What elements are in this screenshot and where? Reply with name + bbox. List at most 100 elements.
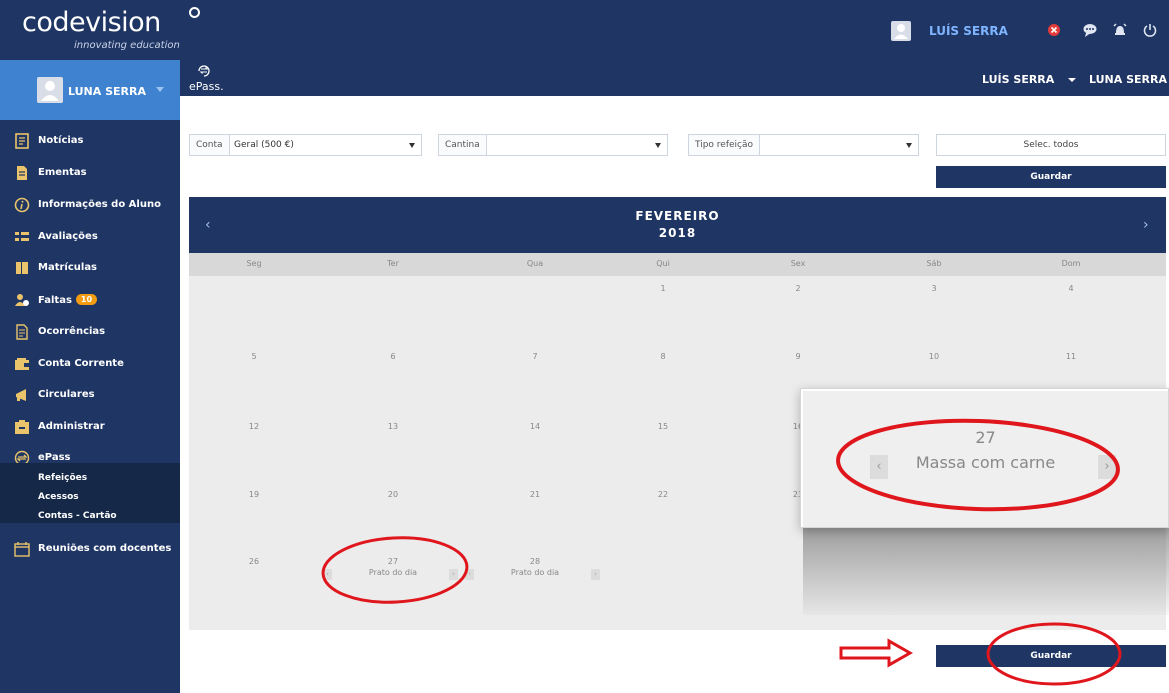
sidebar-item-label: Matrículas (38, 262, 98, 273)
sidebar-item-text: Faltas (38, 295, 72, 306)
enrollment-icon (16, 262, 28, 274)
calendar-day[interactable]: 1 (643, 284, 683, 293)
sidebar-item-faltas[interactable]: Faltas 10 (0, 286, 180, 316)
sidebar-item-label: ePass (38, 452, 71, 463)
calendar-day[interactable]: 6 (373, 352, 413, 361)
sidebar-item-label: Circulares (38, 389, 95, 400)
chevron-down-icon[interactable] (1068, 78, 1076, 82)
close-badge-icon[interactable] (1046, 22, 1062, 38)
calendar-icon (14, 542, 30, 557)
sidebar-item-circulares[interactable]: Circulares (0, 381, 180, 411)
sidebar-item-label: Notícias (38, 135, 84, 146)
calendar-day[interactable]: 8 (643, 352, 683, 361)
calendar-day[interactable]: 15 (643, 422, 683, 431)
student-avatar-icon (37, 77, 63, 103)
sidebar-item-ocorrencias[interactable]: Ocorrências (0, 318, 180, 348)
brand-logo[interactable]: codevision innovating education (22, 7, 200, 51)
sidebar-item-label: Conta Corrente (38, 358, 124, 369)
sidebar-item-label: Ementas (38, 167, 87, 178)
user-menu[interactable]: LUÍS SERRA (982, 73, 1054, 86)
sidebar-item-ementas[interactable]: Ementas (0, 159, 180, 189)
calendar-day[interactable]: 26 (234, 557, 274, 566)
wallet-icon (15, 358, 29, 370)
save-button-bottom[interactable]: Guardar (936, 645, 1166, 667)
meal-label: Prato do dia (510, 568, 560, 577)
calendar-day[interactable]: 2 (778, 284, 818, 293)
absences-count-badge: 10 (75, 294, 98, 305)
zoom-shadow (803, 525, 1169, 615)
user-avatar-icon[interactable] (891, 21, 911, 41)
weekday-row: Seg Ter Qua Qui Sex Sáb Dom (189, 253, 1166, 276)
chevron-right-icon[interactable]: › (591, 569, 600, 580)
menu-icon (17, 166, 27, 180)
app-header: ePass. LUÍS SERRA LUNA SERRA (180, 60, 1169, 96)
calendar-day[interactable]: 9 (778, 352, 818, 361)
subitem-acessos[interactable]: Acessos (38, 492, 79, 502)
calendar-day[interactable]: 14 (515, 422, 555, 431)
brand-tagline: innovating education (74, 40, 180, 51)
epass-subnav: Refeições Acessos Contas - Cartão (0, 463, 180, 523)
calendar-day[interactable]: 12 (234, 422, 274, 431)
calendar-day[interactable]: 21 (515, 490, 555, 499)
sidebar-item-informacoes[interactable]: Informações do Aluno (0, 191, 180, 221)
calendar-month: FEVEREIRO (635, 209, 720, 223)
conta-select[interactable]: Conta Geral (500 €) (189, 134, 422, 156)
sidebar-item-label: Informações do Aluno (38, 199, 161, 210)
megaphone-icon (16, 389, 26, 401)
power-icon[interactable] (1142, 22, 1158, 38)
absences-icon (15, 294, 29, 306)
weekday-label: Sáb (926, 259, 942, 268)
calendar-day[interactable]: 20 (373, 490, 413, 499)
logo-circle-icon (189, 7, 200, 18)
chevron-left-icon[interactable]: ‹ (323, 569, 332, 580)
sidebar-item-reunioes[interactable]: Reuniões com docentes (0, 535, 180, 565)
subitem-refeicoes[interactable]: Refeições (38, 473, 87, 483)
sidebar-item-conta-corrente[interactable]: Conta Corrente (0, 350, 180, 380)
chevron-right-icon[interactable]: › (1098, 455, 1116, 479)
sidebar-item-matriculas[interactable]: Matrículas (0, 254, 180, 284)
calendar-day[interactable]: 22 (643, 490, 683, 499)
sidebar-item-label: Ocorrências (38, 326, 106, 337)
sidebar-user[interactable]: LUNA SERRA (0, 60, 180, 120)
epass-icon (198, 65, 210, 77)
calendar-day[interactable]: 7 (515, 352, 555, 361)
chevron-right-icon[interactable]: › (1143, 217, 1149, 233)
chevron-right-icon[interactable]: › (449, 569, 458, 580)
sidebar-item-administrar[interactable]: Administrar (0, 413, 180, 443)
sidebar-item-label: Faltas 10 (38, 294, 98, 306)
app-label: ePass. (189, 80, 224, 93)
calendar-day[interactable]: 4 (1051, 284, 1091, 293)
sidebar-item-avaliacoes[interactable]: Avaliações (0, 223, 180, 253)
calendar-day[interactable]: 19 (234, 490, 274, 499)
chevron-down-icon (156, 87, 164, 92)
tipo-refeicao-select[interactable]: Tipo refeição (688, 134, 919, 156)
cantina-select[interactable]: Cantina (438, 134, 668, 156)
calendar-day[interactable]: 11 (1051, 352, 1091, 361)
sidebar-item-noticias[interactable]: Notícias (0, 127, 180, 157)
student-name[interactable]: LUNA SERRA (1089, 73, 1167, 86)
calendar-day[interactable]: 27 (373, 557, 413, 566)
alarm-icon[interactable] (1112, 22, 1128, 38)
save-button-top[interactable]: Guardar (936, 166, 1166, 188)
grades-icon (15, 232, 29, 241)
weekday-label: Dom (1061, 259, 1081, 268)
subitem-contas-cartao[interactable]: Contas - Cartão (38, 511, 117, 521)
conta-label: Conta (190, 135, 230, 155)
sidebar-item-label: Reuniões com docentes (38, 543, 172, 554)
calendar-day[interactable]: 5 (234, 352, 274, 361)
chat-icon[interactable] (1082, 22, 1098, 38)
weekday-label: Ter (387, 259, 399, 268)
brand-name: codevision (22, 7, 161, 38)
top-bar: codevision innovating education LUÍS SER… (0, 0, 1169, 60)
occurrences-icon (16, 324, 28, 340)
calendar-day[interactable]: 10 (914, 352, 954, 361)
chevron-left-icon[interactable]: ‹ (465, 569, 474, 580)
calendar-day[interactable]: 13 (373, 422, 413, 431)
chevron-left-icon[interactable]: ‹ (870, 455, 888, 479)
calendar-day[interactable]: 3 (914, 284, 954, 293)
select-all-button[interactable]: Selec. todos (936, 134, 1166, 156)
top-user-name[interactable]: LUÍS SERRA (929, 24, 1008, 38)
tipo-refeicao-label: Tipo refeição (689, 135, 761, 155)
calendar-day[interactable]: 28 (515, 557, 555, 566)
zoom-detail: 27 Massa com carne ‹ › (800, 388, 1169, 528)
